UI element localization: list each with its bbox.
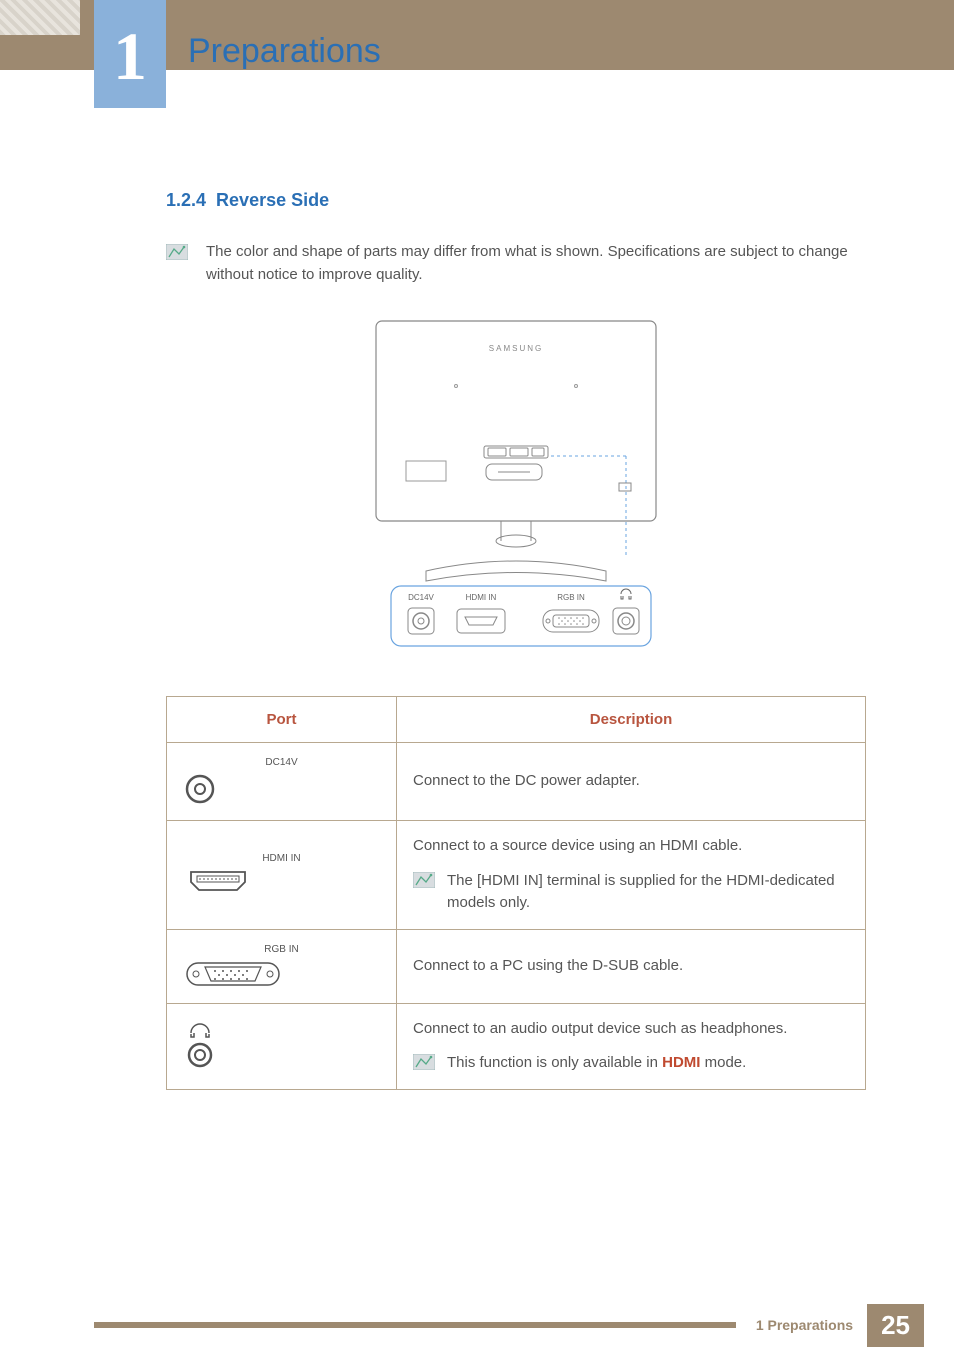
- footer-label: 1 Preparations: [736, 1317, 867, 1333]
- dc-label: DC14V: [408, 593, 434, 602]
- port-dc: DC14V: [167, 743, 397, 821]
- th-desc: Description: [397, 697, 866, 743]
- note-icon: [413, 872, 435, 888]
- note-icon: [413, 1054, 435, 1070]
- port-table: Port Description DC14V Connect to the DC…: [166, 696, 866, 1090]
- monitor-diagram: SAMSUNG: [166, 316, 866, 656]
- desc-dc: Connect to the DC power adapter.: [397, 743, 866, 821]
- footer-bar: [94, 1322, 736, 1328]
- section-title: Reverse Side: [216, 190, 329, 210]
- table-row: RGB IN Connect to a PC using the D-SUB c…: [167, 929, 866, 1003]
- dc-jack-icon: [183, 772, 217, 806]
- content-area: 1.2.4 Reverse Side The color and shape of…: [166, 190, 866, 1090]
- desc-hdmi: Connect to a source device using an HDMI…: [397, 821, 866, 930]
- vga-icon: [183, 959, 283, 989]
- desc-headphone: Connect to an audio output device such a…: [397, 1003, 866, 1089]
- chapter-number: 1: [113, 22, 147, 90]
- section-heading: 1.2.4 Reverse Side: [166, 190, 866, 211]
- footer-page: 25: [867, 1304, 924, 1347]
- note-icon: [166, 244, 188, 260]
- chapter-number-box: 1: [94, 0, 166, 108]
- table-row: Connect to an audio output device such a…: [167, 1003, 866, 1089]
- port-rgb: RGB IN: [167, 929, 397, 1003]
- port-hdmi: HDMI IN: [167, 821, 397, 930]
- monitor-rear-svg: SAMSUNG: [366, 316, 666, 656]
- table-row: DC14V Connect to the DC power adapter.: [167, 743, 866, 821]
- port-headphone: [167, 1003, 397, 1089]
- top-note: The color and shape of parts may differ …: [166, 241, 866, 286]
- desc-rgb: Connect to a PC using the D-SUB cable.: [397, 929, 866, 1003]
- top-note-text: The color and shape of parts may differ …: [206, 241, 866, 286]
- corner-hatch: [0, 0, 80, 35]
- brand-label: SAMSUNG: [489, 344, 543, 353]
- footer: 1 Preparations 25: [0, 1300, 954, 1350]
- headphone-icon: [183, 1023, 217, 1069]
- hdmi-label: HDMI IN: [466, 593, 497, 602]
- th-port: Port: [167, 697, 397, 743]
- table-row: HDMI IN Connect to a source device using…: [167, 821, 866, 930]
- chapter-title: Preparations: [188, 32, 381, 71]
- table-header-row: Port Description: [167, 697, 866, 743]
- hdmi-icon: [183, 868, 253, 896]
- section-number: 1.2.4: [166, 190, 206, 210]
- rgb-label: RGB IN: [557, 593, 585, 602]
